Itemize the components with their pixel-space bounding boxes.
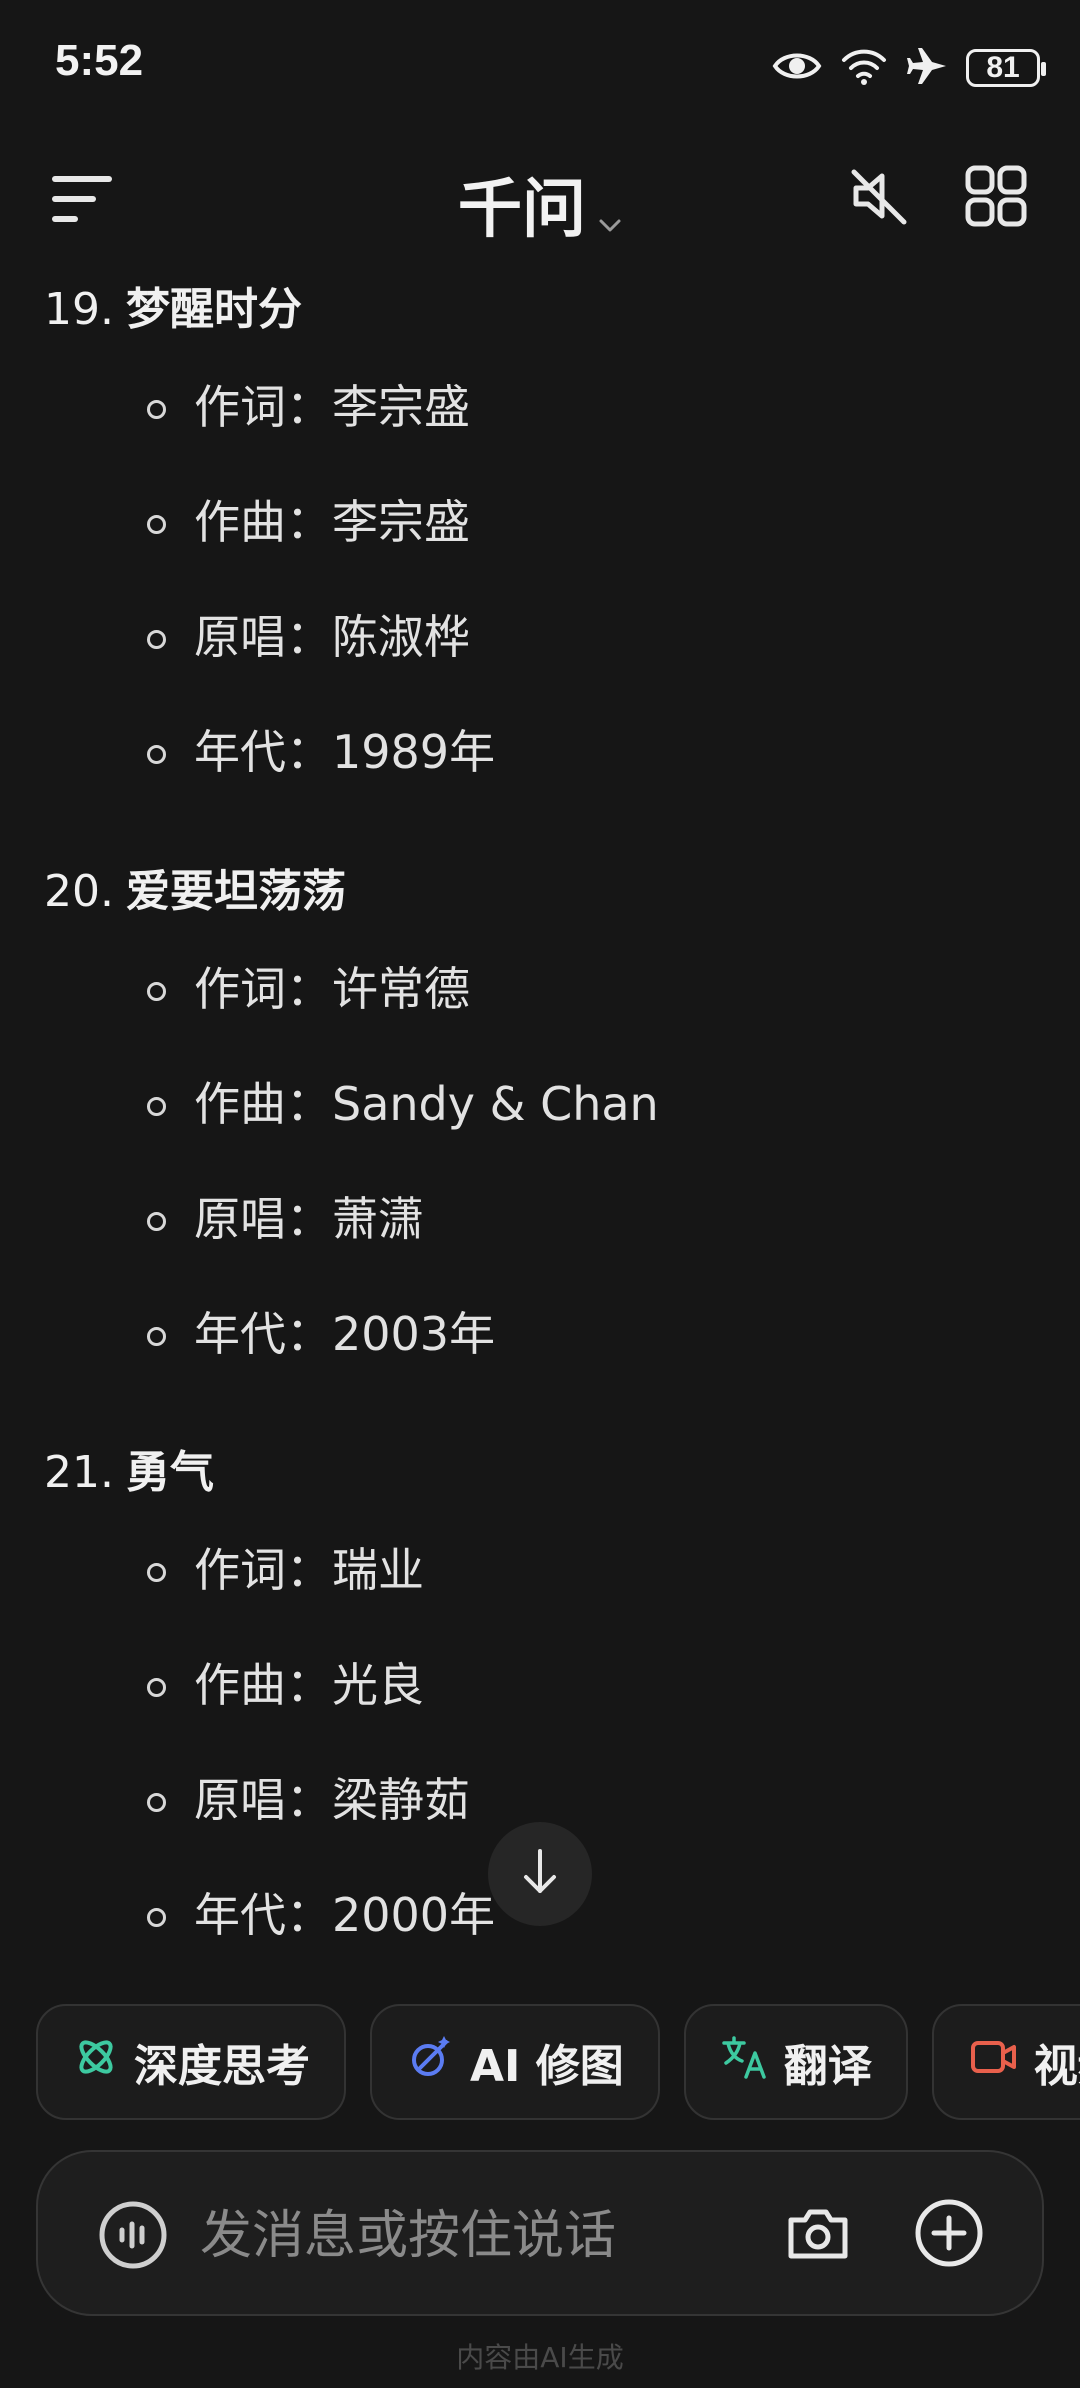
mute-icon[interactable] [846,164,910,232]
page-title: 千问 [458,173,586,247]
bullet-icon [147,744,166,764]
video-icon [970,2037,1018,2088]
bullet-icon [147,629,166,649]
song-title: 21. 勇气 [44,1447,214,1498]
song-composer: 作曲：光良 [44,1628,1034,1743]
quick-actions: 深度思考 AI 修图 翻译 视 [36,2004,1080,2124]
atom-icon [74,2035,118,2090]
bullet-icon [147,1096,166,1116]
chevron-down-icon [598,176,622,250]
song-year: 年代：1989年 [44,695,1034,810]
chip-ai-retouch[interactable]: AI 修图 [370,2004,660,2120]
song-title: 19. 梦醒时分 [44,284,302,335]
song-title: 20. 爱要坦荡荡 [44,866,346,917]
bullet-icon [147,514,166,534]
camera-icon[interactable] [783,2198,853,2272]
song-singer: 原唱：陈淑桦 [44,580,1034,695]
bullet-icon [147,1677,166,1697]
ai-disclaimer: 内容由AI生成 [456,2341,624,2374]
eye-icon [772,48,822,88]
chip-label: 翻译 [783,2041,872,2092]
status-icons: 81 [772,40,1046,96]
song-lyricist: 作词：李宗盛 [44,350,1034,465]
chat-screen: 5:52 81 千问 19. 梦醒时分 作词：李宗盛 作曲：李宗盛 原唱：陈淑桦… [0,0,1080,2388]
bullet-icon [147,1562,166,1582]
airplane-icon [906,45,948,91]
song-singer: 原唱：萧潇 [44,1162,1034,1277]
bullet-icon [147,399,166,419]
voice-icon[interactable] [98,2200,168,2274]
translate-icon [722,2035,768,2090]
grid-icon[interactable] [964,164,1028,232]
message-input-bar [36,2150,1044,2316]
message-input[interactable] [198,2190,762,2282]
plus-icon[interactable] [914,2198,984,2272]
wifi-icon [840,46,888,90]
chip-label: AI 修图 [470,2041,624,2092]
bullet-icon [147,1211,166,1231]
song-composer: 作曲：Sandy & Chan [44,1047,1034,1162]
battery-icon: 81 [966,49,1046,87]
bullet-icon [147,981,166,1001]
bullet-icon [147,1326,166,1346]
song-lyricist: 作词：瑞业 [44,1513,1034,1628]
song-item: 19. 梦醒时分 作词：李宗盛 作曲：李宗盛 原唱：陈淑桦 年代：1989年 [44,270,1034,810]
bullet-icon [147,1792,166,1812]
chip-label: 深度思考 [134,2041,310,2092]
model-selector[interactable]: 千问 [0,158,1080,250]
magic-wand-icon [408,2034,454,2091]
song-year: 年代：2003年 [44,1277,1034,1392]
bullet-icon [147,1907,166,1927]
scroll-to-bottom-button[interactable] [488,1822,592,1926]
song-composer: 作曲：李宗盛 [44,465,1034,580]
song-lyricist: 作词：许常德 [44,932,1034,1047]
chip-video[interactable]: 视频 [931,2004,1080,2120]
arrow-down-icon [518,1847,562,1901]
status-time: 5:52 [55,36,144,85]
song-item: 20. 爱要坦荡荡 作词：许常德 作曲：Sandy & Chan 原唱：萧潇 年代… [44,852,1034,1392]
app-header: 千问 [0,150,1080,250]
chip-translate[interactable]: 翻译 [683,2004,908,2120]
chip-deep-thinking[interactable]: 深度思考 [36,2004,346,2120]
status-bar: 5:52 81 [0,0,1080,130]
chip-label: 视频 [1033,2041,1080,2092]
